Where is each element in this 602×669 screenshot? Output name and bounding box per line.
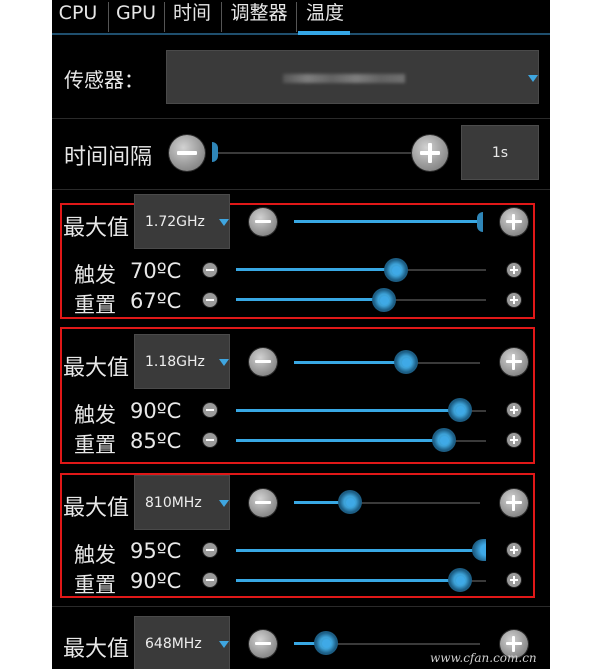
max-slider-fill: [294, 220, 480, 223]
tab-gpu[interactable]: GPU: [110, 0, 162, 34]
max-frequency-value: 810MHz: [145, 494, 202, 511]
max-label: 最大值: [63, 637, 130, 662]
trigger-minus-button[interactable]: [203, 263, 217, 277]
reset-plus-button[interactable]: [507, 573, 521, 587]
interval-label: 时间间隔: [64, 145, 153, 170]
trigger-label: 触发: [74, 403, 116, 427]
tab-cpu[interactable]: CPU: [52, 0, 104, 34]
tab-divider: [108, 2, 109, 32]
reset-slider-thumb[interactable]: [372, 288, 396, 312]
max-label: 最大值: [63, 496, 130, 521]
tab-divider: [221, 2, 222, 32]
trigger-label: 触发: [74, 263, 116, 287]
trigger-plus-button[interactable]: [507, 543, 521, 557]
max-frequency-value: 648MHz: [145, 635, 202, 652]
sensor-dropdown[interactable]: [166, 50, 539, 104]
reset-temperature: 67ºC: [130, 289, 182, 313]
sensor-label: 传感器：: [64, 68, 144, 92]
max-slider-thumb[interactable]: [314, 631, 338, 655]
tab-divider: [296, 2, 297, 32]
tab-governor[interactable]: 调整器: [223, 0, 295, 34]
reset-minus-button[interactable]: [203, 293, 217, 307]
max-minus-button[interactable]: [249, 630, 277, 658]
max-minus-button[interactable]: [249, 489, 277, 517]
max-slider-thumb[interactable]: [477, 212, 483, 232]
reset-minus-button[interactable]: [203, 433, 217, 447]
app-screen: CPU GPU 时间 调整器 温度 传感器： 时间间隔 1s 最大值 1.72G…: [52, 0, 550, 669]
divider: [52, 606, 550, 607]
chevron-down-icon: [528, 75, 538, 82]
interval-minus-button[interactable]: [169, 135, 205, 171]
chevron-down-icon: [219, 359, 229, 366]
sensor-value-blurred: [283, 74, 405, 83]
max-label: 最大值: [63, 356, 130, 381]
interval-slider-thumb[interactable]: [212, 142, 218, 162]
chevron-down-icon: [219, 219, 229, 226]
trigger-minus-button[interactable]: [203, 403, 217, 417]
active-tab-indicator: [298, 31, 350, 35]
watermark: www.cfan.com.cn: [430, 651, 537, 665]
interval-slider-track[interactable]: [216, 152, 412, 154]
max-frequency-dropdown[interactable]: 1.72GHz: [134, 194, 230, 249]
trigger-temperature: 70ºC: [130, 259, 182, 283]
chevron-down-icon: [219, 641, 229, 648]
reset-slider-fill: [236, 579, 460, 582]
reset-label: 重置: [74, 573, 116, 597]
max-minus-button[interactable]: [249, 348, 277, 376]
max-slider-thumb[interactable]: [338, 490, 362, 514]
max-plus-button[interactable]: [500, 348, 528, 376]
trigger-slider-fill: [236, 268, 396, 271]
interval-plus-button[interactable]: [412, 135, 448, 171]
reset-slider-fill: [236, 298, 384, 301]
tab-temperature[interactable]: 温度: [298, 0, 352, 34]
max-label: 最大值: [63, 216, 130, 241]
trigger-temperature: 95ºC: [130, 539, 182, 563]
tab-divider: [164, 2, 165, 32]
reset-slider-thumb[interactable]: [448, 568, 472, 592]
reset-plus-button[interactable]: [507, 293, 521, 307]
max-slider-fill: [294, 361, 406, 364]
trigger-plus-button[interactable]: [507, 263, 521, 277]
reset-temperature: 85ºC: [130, 429, 182, 453]
max-plus-button[interactable]: [500, 208, 528, 236]
max-frequency-dropdown[interactable]: 810MHz: [134, 475, 230, 530]
reset-label: 重置: [74, 293, 116, 317]
trigger-slider-fill: [236, 549, 476, 552]
max-frequency-value: 1.18GHz: [145, 353, 205, 370]
trigger-slider-thumb[interactable]: [384, 258, 408, 282]
chevron-down-icon: [219, 500, 229, 507]
trigger-temperature: 90ºC: [130, 399, 182, 423]
trigger-label: 触发: [74, 543, 116, 567]
max-slider-thumb[interactable]: [394, 350, 418, 374]
reset-label: 重置: [74, 433, 116, 457]
divider: [52, 189, 550, 190]
reset-temperature: 90ºC: [130, 569, 182, 593]
reset-minus-button[interactable]: [203, 573, 217, 587]
trigger-minus-button[interactable]: [203, 543, 217, 557]
max-frequency-value: 1.72GHz: [145, 213, 205, 230]
reset-plus-button[interactable]: [507, 433, 521, 447]
reset-slider-thumb[interactable]: [432, 428, 456, 452]
trigger-slider-fill: [236, 409, 460, 412]
max-plus-button[interactable]: [500, 489, 528, 517]
divider: [52, 118, 550, 119]
max-minus-button[interactable]: [249, 208, 277, 236]
reset-slider-fill: [236, 439, 444, 442]
interval-value: 1s: [491, 145, 509, 161]
tab-time[interactable]: 时间: [166, 0, 218, 34]
max-frequency-dropdown[interactable]: 1.18GHz: [134, 334, 230, 389]
interval-value-box[interactable]: 1s: [461, 125, 539, 180]
max-frequency-dropdown[interactable]: 648MHz: [134, 616, 230, 669]
trigger-slider-thumb[interactable]: [448, 398, 472, 422]
trigger-plus-button[interactable]: [507, 403, 521, 417]
